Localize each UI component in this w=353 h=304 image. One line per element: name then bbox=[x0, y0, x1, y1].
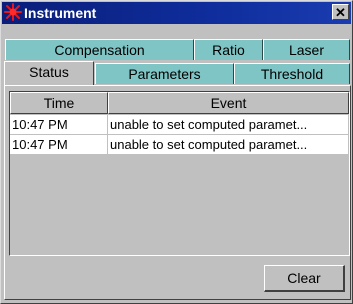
status-table[interactable]: Time Event 10:47 PM unable to set comput… bbox=[9, 91, 350, 256]
cell-time: 10:47 PM bbox=[10, 115, 108, 134]
close-button[interactable]: ✕ bbox=[332, 4, 349, 20]
tab-label: Ratio bbox=[212, 42, 245, 58]
tab-label: Threshold bbox=[260, 66, 324, 82]
close-icon: ✕ bbox=[335, 4, 346, 20]
column-header-time[interactable]: Time bbox=[10, 92, 108, 114]
tab-laser[interactable]: Laser bbox=[263, 39, 350, 60]
cell-time: 10:47 PM bbox=[10, 135, 108, 154]
tab-label: Parameters bbox=[128, 66, 201, 82]
tab-label: Laser bbox=[288, 42, 325, 58]
red-starburst-icon bbox=[4, 3, 22, 21]
column-header-event[interactable]: Event bbox=[108, 92, 349, 114]
table-header: Time Event bbox=[10, 92, 349, 114]
tab-threshold[interactable]: Threshold bbox=[234, 63, 350, 84]
instrument-window: Instrument ✕ Compensation Ratio Laser St… bbox=[0, 0, 353, 304]
tab-parameters[interactable]: Parameters bbox=[95, 63, 234, 84]
cell-event: unable to set computed paramet... bbox=[108, 115, 349, 134]
clear-button[interactable]: Clear bbox=[264, 265, 345, 292]
cell-event: unable to set computed paramet... bbox=[108, 135, 349, 154]
tab-label: Compensation bbox=[54, 42, 145, 58]
tab-label: Status bbox=[29, 64, 69, 80]
tab-compensation[interactable]: Compensation bbox=[5, 39, 194, 60]
title-bar[interactable]: Instrument ✕ bbox=[2, 2, 351, 24]
window-title: Instrument bbox=[24, 5, 97, 21]
table-body: 10:47 PM unable to set computed paramet.… bbox=[10, 115, 349, 155]
table-row[interactable]: 10:47 PM unable to set computed paramet.… bbox=[10, 135, 349, 155]
tab-ratio[interactable]: Ratio bbox=[194, 39, 263, 60]
tab-status[interactable]: Status bbox=[4, 61, 94, 85]
table-row[interactable]: 10:47 PM unable to set computed paramet.… bbox=[10, 115, 349, 135]
